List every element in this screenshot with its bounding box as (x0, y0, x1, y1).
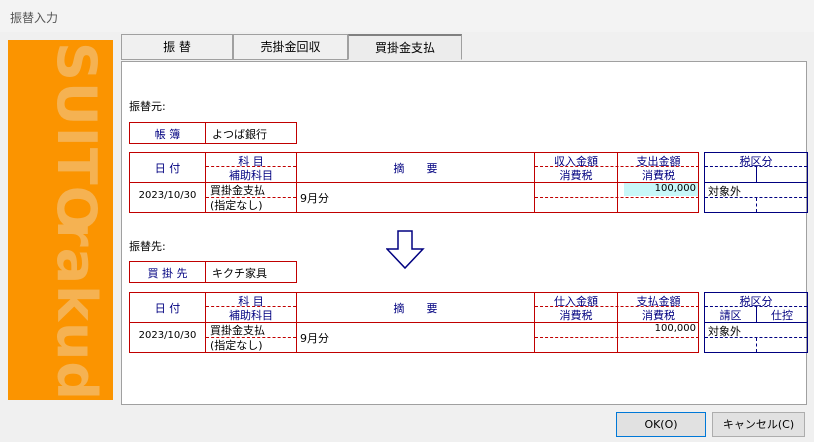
source-section-label: 振替元: (129, 100, 166, 113)
tab-strip: 振 替 売掛金回収 買掛金支払 (121, 34, 807, 61)
book-value[interactable]: よつば銀行 (212, 126, 267, 142)
header-payment-tax: 消費税 (642, 309, 675, 322)
down-arrow-icon (386, 230, 425, 270)
entry-account[interactable]: 買掛金支払 (210, 322, 265, 338)
tab-payable-payment[interactable]: 買掛金支払 (348, 34, 462, 60)
header-sub-account: 補助科目 (229, 309, 273, 322)
brand-logo-bottom: rakuda (45, 220, 108, 400)
header-expense-tax: 消費税 (642, 169, 675, 182)
button-bar: OK(O) キャンセル(C) (0, 405, 814, 442)
header-income-tax: 消費税 (559, 169, 593, 182)
brand-logo-top: SUITO (45, 42, 108, 233)
header-tax-class: 税区分 (739, 155, 773, 168)
entry-date[interactable]: 2023/10/30 (130, 330, 205, 341)
source-tax-class-box: 税区分 対象外 (704, 152, 808, 213)
vendor-value[interactable]: キクチ家具 (212, 265, 267, 281)
entry-sub-account[interactable]: (指定なし) (210, 197, 263, 213)
header-invoice-class: 請区 (719, 309, 742, 322)
header-input-deduction: 仕控 (771, 309, 793, 322)
entry-date[interactable]: 2023/10/30 (130, 190, 205, 201)
entry-panel: 振替元: 帳 簿 よつば銀行 日 付 科 目 補助科目 摘 要 収入金額 消費税… (121, 61, 808, 405)
dest-entry-table: 日 付 科 目 補助科目 摘 要 仕入金額 消費税 支払金額 消費税 2023/… (129, 292, 699, 353)
header-date: 日 付 (154, 162, 181, 175)
vendor-label: 買 掛 先 (147, 267, 188, 280)
entry-summary[interactable]: 9月分 (300, 330, 329, 346)
brand-sidebar: SUITO rakuda (8, 40, 113, 400)
window-title: 振替入力 (10, 11, 59, 25)
source-entry-table: 日 付 科 目 補助科目 摘 要 収入金額 消費税 支出金額 消費税 2023/… (129, 152, 699, 213)
entry-summary[interactable]: 9月分 (300, 190, 329, 206)
ok-button[interactable]: OK(O) (616, 412, 706, 437)
entry-tax-class[interactable]: 対象外 (708, 323, 741, 339)
source-book-box: 帳 簿 よつば銀行 (129, 122, 297, 144)
tab-transfer[interactable]: 振 替 (121, 34, 233, 60)
dest-vendor-box: 買 掛 先 キクチ家具 (129, 261, 297, 283)
book-label: 帳 簿 (154, 128, 181, 141)
entry-tax-class[interactable]: 対象外 (708, 183, 741, 199)
header-summary: 摘 要 (393, 302, 438, 315)
header-purchase-tax: 消費税 (559, 309, 593, 322)
tab-receivable-collection[interactable]: 売掛金回収 (233, 34, 348, 60)
header-summary: 摘 要 (393, 162, 438, 175)
entry-expense-amount[interactable]: 100,000 (618, 183, 696, 194)
entry-payment-amount[interactable]: 100,000 (618, 323, 696, 334)
header-date: 日 付 (154, 302, 181, 315)
entry-account[interactable]: 買掛金支払 (210, 182, 265, 198)
entry-sub-account[interactable]: (指定なし) (210, 337, 263, 353)
header-sub-account: 補助科目 (229, 169, 273, 182)
entry-income-amount[interactable] (535, 183, 617, 196)
cancel-button[interactable]: キャンセル(C) (712, 412, 805, 437)
dest-tax-class-box: 税区分 請区 仕控 対象外 (704, 292, 808, 353)
dest-section-label: 振替先: (129, 240, 166, 253)
title-bar: 振替入力 (0, 0, 814, 32)
